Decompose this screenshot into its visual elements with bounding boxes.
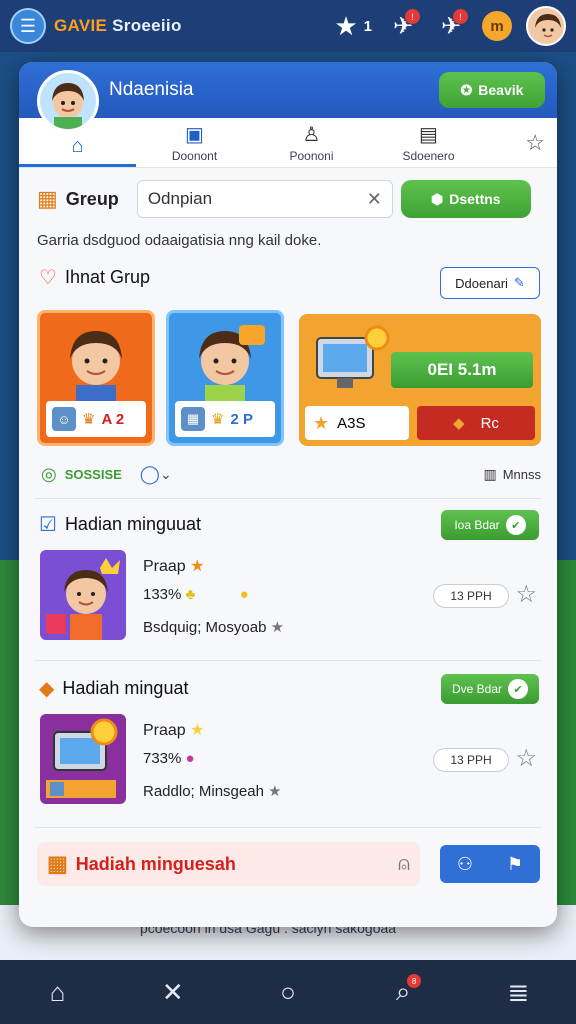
- pin-icon-2[interactable]: ✈!: [434, 9, 468, 43]
- reward-meta-2: Raddlo; Minsgeah ★: [143, 783, 282, 800]
- group-row: ▦ Greup Odnpian ✕ ⬢ Dsettns: [19, 168, 557, 218]
- book-icon: ▣: [185, 124, 204, 146]
- reward-thumb-1: [40, 550, 126, 640]
- reward-name-1: Praap ★: [143, 558, 205, 575]
- lock-icon: ▤: [419, 124, 438, 146]
- circle-icon[interactable]: ○: [268, 972, 308, 1012]
- reward-meta-1: Bsdquig; Mosyoab ★: [143, 619, 285, 636]
- inat-sub-row: ◎ SOSSISE ◯ ⌄ ▥ Mnnss: [41, 464, 541, 485]
- profile-avatar[interactable]: [37, 70, 99, 132]
- reward-title-1: ☑ Hadian minguuat: [39, 514, 202, 536]
- crown-icon: ♛: [211, 411, 225, 428]
- check-icon: ✔: [505, 515, 526, 535]
- star-icon[interactable]: ★: [334, 13, 357, 39]
- header-action-button[interactable]: ✪ Beavik: [439, 72, 545, 108]
- menu-icon[interactable]: ☰: [10, 8, 46, 44]
- heart-icon: ♡: [39, 267, 57, 289]
- clear-icon[interactable]: ✕: [367, 189, 382, 210]
- card-green-label[interactable]: 0EI 5.1m: [391, 352, 533, 388]
- user-icon: ♙: [302, 124, 321, 146]
- footer-action-button[interactable]: ⚇ ⚑: [440, 845, 540, 883]
- edit-icon: ☑: [39, 514, 57, 536]
- shield-icon: ⬢: [431, 190, 444, 207]
- divider: [35, 660, 541, 661]
- search-icon[interactable]: ⌕ 8: [383, 972, 423, 1012]
- user-plus-icon: ⚇: [456, 853, 474, 874]
- avatar-mini-icon: ☺: [52, 407, 76, 431]
- box-icon: ▦: [47, 851, 68, 876]
- favorite-star-icon[interactable]: ☆: [525, 130, 545, 156]
- divider: [35, 827, 541, 828]
- star-icon: ★: [268, 783, 282, 800]
- reward-name-2: Praap ★: [143, 722, 205, 739]
- whatsapp-icon[interactable]: ◎: [41, 464, 57, 485]
- favorite-star-icon[interactable]: ☆: [515, 580, 537, 609]
- group-settings-button[interactable]: ⬢ Dsettns: [400, 180, 531, 218]
- reward-pct-2: 733% ●: [143, 750, 195, 767]
- bottom-nav: ⌂ ✕ ○ ⌕ 8 ≣: [0, 960, 576, 1024]
- star-count: 1: [363, 17, 372, 35]
- search-input[interactable]: Odnpian ✕: [136, 180, 393, 218]
- home-icon[interactable]: ⌂: [38, 972, 78, 1012]
- group-card-2[interactable]: ▦ ♛ 2 P: [166, 310, 284, 446]
- profile-name: Ndaenisia: [109, 79, 194, 100]
- time-pill-2: 13 PPH: [433, 748, 509, 772]
- divider: [35, 498, 541, 499]
- group-card-1[interactable]: ☺ ♛ A 2: [37, 310, 155, 446]
- card-red-button[interactable]: ◆ Rc: [417, 406, 535, 440]
- berry-icon: ●: [185, 750, 195, 767]
- menu-icon[interactable]: ≣: [498, 972, 538, 1012]
- reward-item-1: ☑ Hadian minguuat Ioa Bdar ✔ Praap ★ 133…: [37, 510, 539, 660]
- star-icon: ✪: [460, 81, 473, 98]
- group-label: Greup: [65, 188, 119, 209]
- check-icon: ✔: [508, 679, 529, 699]
- inat-group-button[interactable]: Ddoenari ✎: [440, 267, 540, 299]
- star-icon: ★: [313, 412, 330, 433]
- trophy-icon: ♛: [82, 411, 96, 428]
- time-pill-1: 13 PPH: [433, 584, 509, 608]
- group-description: Garria dsdguod odaaigatisia nng kail dok…: [37, 232, 322, 249]
- more-icon[interactable]: ▥: [483, 466, 496, 483]
- claim-button-1[interactable]: Ioa Bdar ✔: [441, 510, 539, 540]
- app-title: GAVIE Sroeeiio: [54, 16, 182, 35]
- tab-sdoenero[interactable]: ▤ Sdoenero: [370, 118, 487, 167]
- inat-group-section: ♡ Ihnat Grup Ddoenari ✎: [19, 265, 557, 299]
- flag-icon: ⚑: [506, 853, 524, 874]
- tab-bar: ⌂ ▣ Doonont ♙ Poononi ▤ Sdoenero ☆: [19, 118, 557, 168]
- tab-doonont[interactable]: ▣ Doonont: [136, 118, 253, 167]
- coin-icon[interactable]: m: [482, 11, 512, 41]
- main-panel: Ndaenisia ✪ Beavik ⌂ ▣ Doonont ♙ Poononi ▤…: [19, 62, 557, 927]
- chevron-down-icon[interactable]: ⌄: [160, 466, 172, 483]
- star-icon: ★: [190, 722, 205, 739]
- reward-pct-1: 133% ♣ ●: [143, 586, 249, 603]
- group-card-3[interactable]: 0EI 5.1m ★ A3S ◆ Rc: [299, 314, 541, 446]
- reward-item-2: ◆ Hadiah minguat Dve Bdar ✔ Praap ★ 733%…: [37, 674, 539, 824]
- favorite-star-icon[interactable]: ☆: [515, 744, 537, 773]
- puzzle-icon: ▦: [181, 407, 205, 431]
- box-icon: ▦: [37, 186, 58, 211]
- edit-icon: ✎: [513, 275, 525, 290]
- gift-icon: ◆: [39, 678, 55, 700]
- star-icon: ★: [270, 619, 285, 636]
- drop-icon: ●: [239, 586, 249, 603]
- panel-header: Ndaenisia ✪ Beavik: [19, 62, 557, 132]
- top-app-bar: ☰ GAVIE Sroeeiio ★ 1 ✈! ✈! m: [0, 0, 576, 52]
- chat-icon[interactable]: ◯: [140, 464, 160, 485]
- card-star-box: ★ A3S: [305, 406, 409, 440]
- tab-poononi[interactable]: ♙ Poononi: [253, 118, 370, 167]
- home-icon: ⌂: [71, 135, 84, 157]
- avatar[interactable]: [526, 6, 566, 46]
- star-icon: ★: [190, 558, 205, 575]
- pear-icon: ♣: [185, 586, 196, 603]
- footer-reward-bar[interactable]: ▦ Hadiah minguesah ⍝: [37, 842, 420, 886]
- close-icon[interactable]: ✕: [153, 972, 193, 1012]
- claim-button-2[interactable]: Dve Bdar ✔: [441, 674, 539, 704]
- pin-icon[interactable]: ✈!: [386, 9, 420, 43]
- shield-icon: ◆: [453, 415, 465, 432]
- bell-icon[interactable]: ⍝: [398, 853, 410, 876]
- reward-title-2: ◆ Hadiah minguat: [39, 678, 189, 700]
- reward-thumb-2: [40, 714, 126, 804]
